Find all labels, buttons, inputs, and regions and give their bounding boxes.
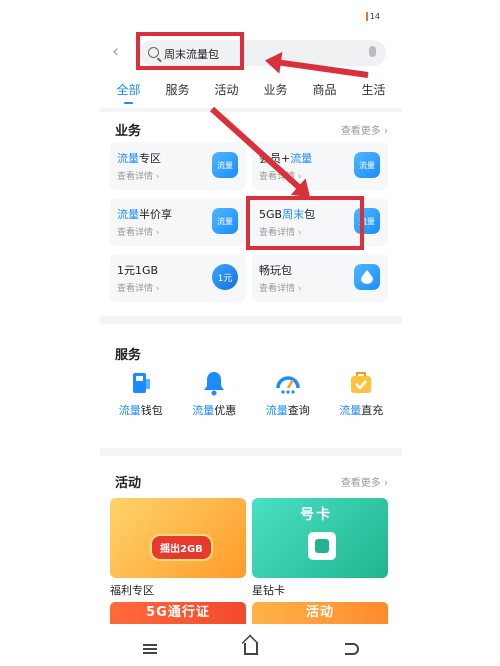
banner-star-card[interactable]: 号卡 (252, 498, 388, 578)
banner-5g-pass[interactable]: 5G通行证 (110, 602, 246, 624)
banner-welfare[interactable]: 摇出2GB (110, 498, 246, 578)
tab-all[interactable]: 全部 (116, 81, 141, 104)
service-traffic-query[interactable]: 流量查询 (253, 370, 323, 418)
service-section: 服务 流量钱包 流量优惠 流量查询 流量直充 (100, 324, 402, 448)
annotation-box-weekend-pack (246, 196, 364, 250)
shake-2gb-badge: 摇出2GB (150, 534, 213, 561)
card-play-pack[interactable]: 畅玩包 查看详情 › (252, 254, 388, 302)
status-bar: 14 (100, 0, 402, 34)
service-title: 服务 (115, 348, 142, 363)
banner-activity[interactable]: 活动 (252, 602, 388, 624)
traffic-ticket-icon: 流量 (212, 208, 238, 234)
tab-goods[interactable]: 商品 (312, 81, 336, 102)
home-icon[interactable] (243, 643, 258, 655)
back-icon[interactable]: ‹ (112, 42, 119, 62)
star-card-title[interactable]: 星钻卡 (252, 582, 388, 598)
card-1yuan-1gb[interactable]: 1元1GB 查看详情 › 1元 (110, 254, 246, 302)
activity-section: 活动 查看更多 › 摇出2GB 号卡 福利专区 星钻卡 5G通行证 活动 (100, 456, 402, 632)
return-icon[interactable] (344, 643, 359, 655)
tab-activity[interactable]: 活动 (214, 81, 238, 102)
microphone-icon[interactable] (369, 46, 376, 57)
menu-icon[interactable] (143, 644, 158, 654)
speedometer-icon (275, 370, 301, 396)
tab-life[interactable]: 生活 (361, 81, 385, 102)
check-bag-icon (348, 370, 374, 396)
service-traffic-discount[interactable]: 流量优惠 (179, 370, 249, 418)
card-half-price-traffic[interactable]: 流量半价享 查看详情 › 流量 (110, 198, 246, 246)
traffic-gauge-icon: 流量 (354, 152, 380, 178)
phone-screen: 14 ‹ 周末流量包 全部 服务 活动 业务 商品 生活 业务 查看更多 › 流… (100, 0, 402, 666)
service-traffic-topup[interactable]: 流量直充 (326, 370, 396, 418)
annotation-box-search (136, 32, 244, 70)
service-traffic-wallet[interactable]: 流量钱包 (106, 370, 176, 418)
bell-icon (201, 370, 227, 396)
activity-more-link[interactable]: 查看更多 › (341, 474, 388, 489)
card-traffic-zone[interactable]: 流量专区 查看详情 › 流量 (110, 142, 246, 190)
business-more-link[interactable]: 查看更多 › (341, 122, 388, 137)
tab-service[interactable]: 服务 (165, 81, 189, 102)
sim-card-icon (308, 532, 336, 560)
traffic-gauge-icon: 流量 (212, 152, 238, 178)
welfare-zone-title[interactable]: 福利专区 (110, 582, 246, 598)
water-drop-icon (354, 264, 380, 290)
activity-title: 活动 (115, 476, 142, 491)
battery-level: 14 (365, 12, 380, 21)
tab-business[interactable]: 业务 (263, 81, 287, 102)
number-card-text: 号卡 (300, 507, 332, 523)
one-yuan-hexagon-icon: 1元 (212, 264, 238, 290)
category-tabs: 全部 服务 活动 业务 商品 生活 (100, 74, 402, 108)
wallet-icon (128, 370, 154, 396)
business-title: 业务 (115, 124, 142, 139)
system-nav-bar (100, 632, 402, 666)
